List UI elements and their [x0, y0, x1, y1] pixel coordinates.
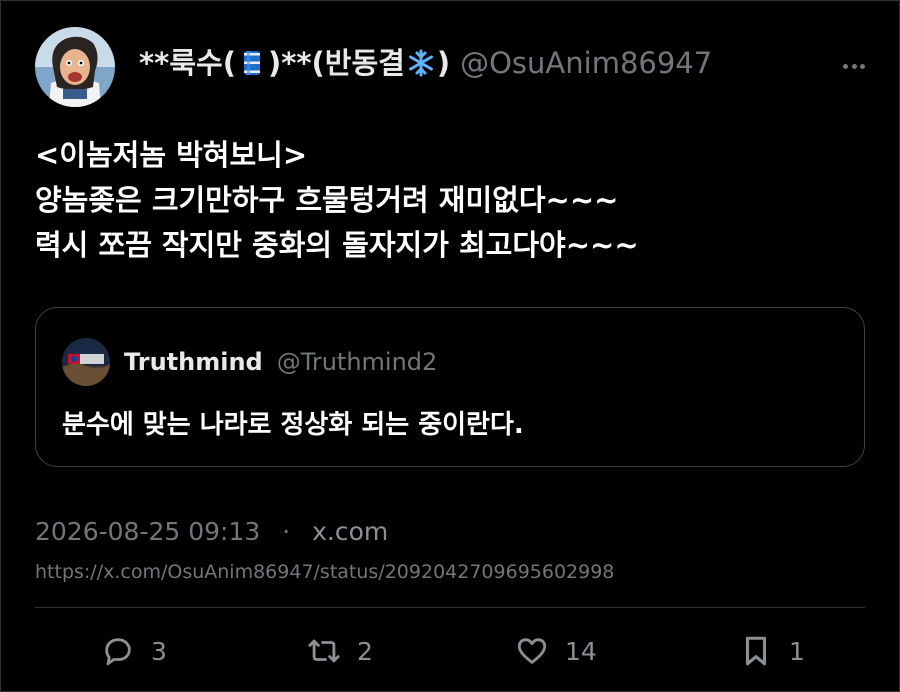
like-button[interactable]: 14: [515, 627, 597, 675]
quoted-tweet[interactable]: Truthmind @Truthmind2 분수에 맞는 나라로 정상화 되는 …: [35, 307, 865, 467]
tweet-meta: 2026-08-25 09:13 · x.com: [35, 517, 388, 546]
repost-button[interactable]: 2: [307, 627, 373, 675]
reply-count: 3: [151, 636, 167, 666]
meta-separator: ·: [282, 517, 291, 546]
repost-count: 2: [357, 636, 373, 666]
quote-text: 분수에 맞는 나라로 정상화 되는 중이란다.: [62, 410, 524, 440]
reply-button[interactable]: 3: [101, 627, 167, 675]
timestamp[interactable]: 2026-08-25 09:13: [35, 517, 260, 546]
tweet-header: **룩수( )**(반동결) @OsuAnim86947: [35, 27, 712, 107]
bookmark-count: 1: [789, 636, 805, 666]
action-bar: 3 2 14 1: [1, 627, 900, 675]
divider: [35, 607, 865, 608]
reply-icon: [105, 638, 131, 666]
avatar[interactable]: [35, 27, 115, 107]
display-name-suffix: ): [436, 46, 451, 80]
like-icon: [517, 638, 547, 664]
snowflake-icon: [407, 49, 435, 77]
barrel-icon: [238, 49, 266, 77]
bookmark-icon: [745, 636, 767, 666]
display-name-middle: )**(반동결: [267, 46, 405, 80]
tweet-line: <이놈저놈 박혀보니>: [35, 138, 308, 172]
more-dot: [851, 63, 857, 69]
quote-header: Truthmind @Truthmind2: [62, 338, 437, 386]
more-dot: [843, 63, 848, 69]
quote-avatar[interactable]: [62, 338, 110, 386]
quote-author-handle[interactable]: @Truthmind2: [277, 348, 438, 376]
tweet-line: 력시 쪼끔 작지만 중화의 돌자지가 최고다야~~~: [35, 228, 639, 262]
tweet-card: **룩수( )**(반동결) @OsuAnim86947 <이놈저놈 박혀보니…: [0, 0, 900, 692]
author-line: **룩수( )**(반동결) @OsuAnim86947: [139, 46, 712, 80]
author-handle[interactable]: @OsuAnim86947: [460, 46, 712, 80]
tweet-url[interactable]: https://x.com/OsuAnim86947/status/209204…: [35, 561, 614, 583]
quote-author-name[interactable]: Truthmind: [124, 348, 263, 376]
more-dot: [860, 63, 865, 69]
more-icon[interactable]: [843, 61, 865, 71]
tweet-text: <이놈저놈 박혀보니> 양놈좆은 크기만하구 흐물텅거려 재미없다~~~ 력시 …: [35, 133, 865, 268]
source-label: x.com: [312, 517, 389, 546]
bookmark-button[interactable]: 1: [739, 627, 805, 675]
like-count: 14: [565, 636, 597, 666]
tweet-line: 양놈좆은 크기만하구 흐물텅거려 재미없다~~~: [35, 183, 619, 217]
repost-icon: [308, 639, 340, 663]
display-name[interactable]: **룩수( )**(반동결): [139, 46, 450, 80]
display-name-prefix: **룩수(: [139, 46, 236, 80]
